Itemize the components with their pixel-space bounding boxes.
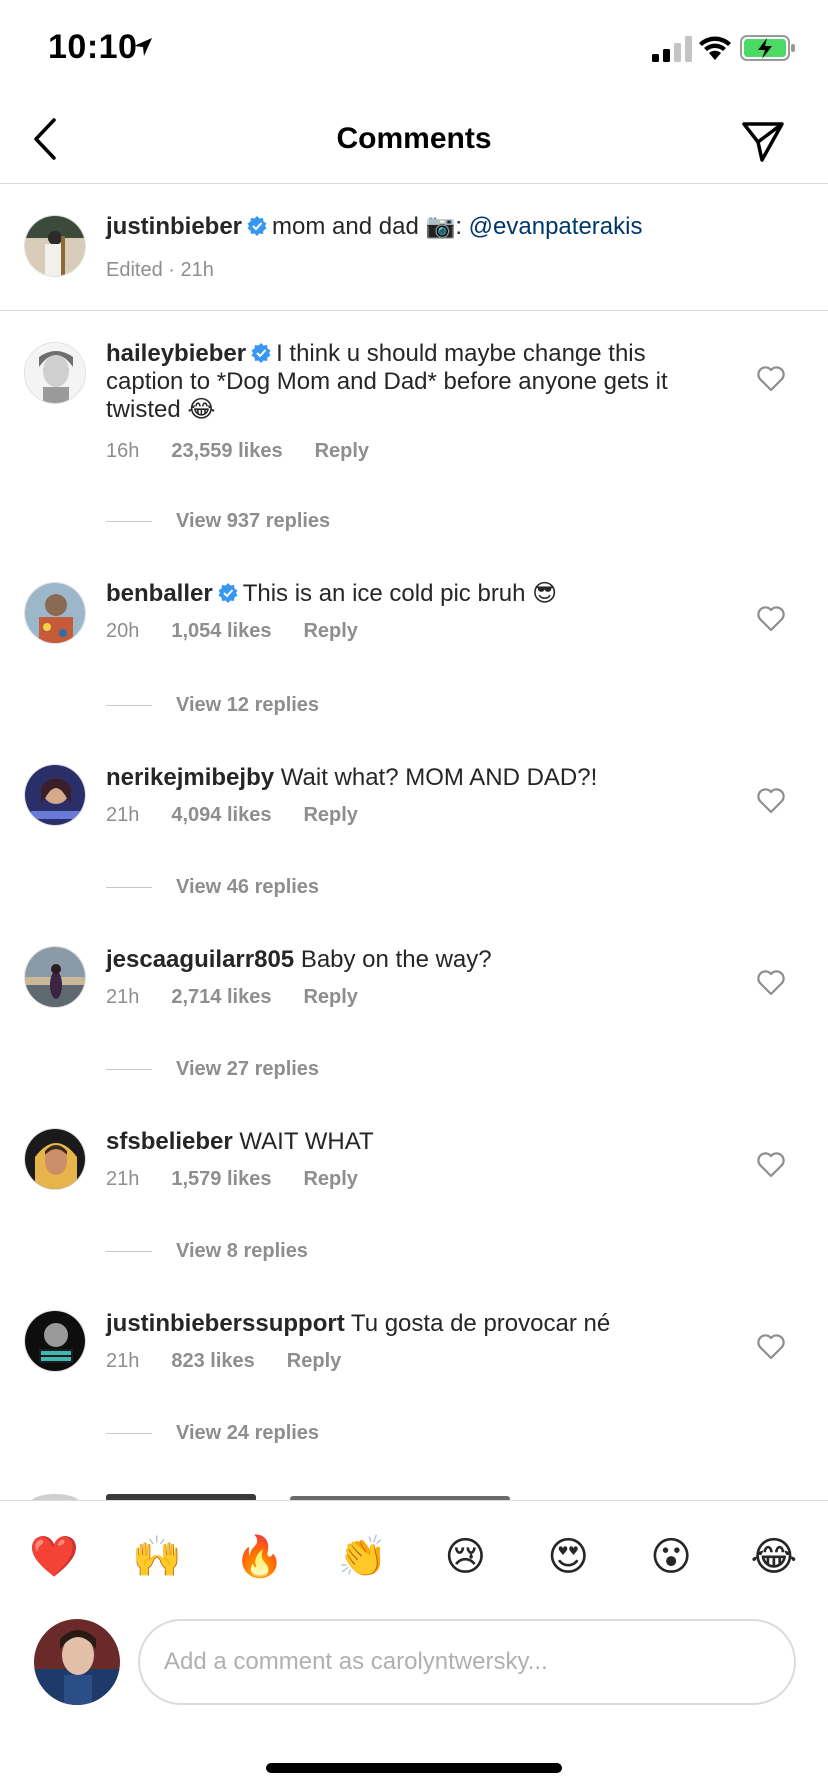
comment-likes[interactable]: 4,094 likes xyxy=(171,804,271,827)
reply-button[interactable]: Reply xyxy=(287,1350,341,1373)
comment-time: 21h xyxy=(106,986,140,1008)
view-replies-button[interactable]: View 24 replies xyxy=(106,1422,319,1445)
emoji-surprised[interactable]: 😮 xyxy=(645,1531,697,1587)
page-title: Comments xyxy=(336,122,492,155)
comment-item: sfsbelieber WAIT WHAT 21h 1,579 likes Re… xyxy=(0,1112,828,1272)
comment-username[interactable]: nerikejmibejby xyxy=(106,764,274,791)
view-replies-button[interactable]: View 937 replies xyxy=(106,510,330,533)
comment-username[interactable]: haileybieber xyxy=(106,340,246,367)
like-heart-icon[interactable] xyxy=(756,364,786,392)
comment-username[interactable]: jescaaguilarr805 xyxy=(106,946,294,973)
avatar[interactable] xyxy=(24,1310,86,1372)
location-arrow-icon xyxy=(134,38,152,56)
like-heart-icon[interactable] xyxy=(756,1332,786,1360)
battery-charging-icon xyxy=(740,35,795,61)
caption-text: mom and dad 📷: xyxy=(272,213,469,240)
emoji-quick-bar: ❤️ 🙌 🔥 👏 😢 😍 😮 😂 xyxy=(0,1531,828,1587)
reply-button[interactable]: Reply xyxy=(303,620,357,643)
emoji-raised-hands[interactable]: 🙌 xyxy=(131,1531,183,1587)
current-user-avatar xyxy=(34,1619,120,1705)
reply-button[interactable]: Reply xyxy=(315,440,369,463)
comment-item: jescaaguilarr805 Baby on the way? 21h 2,… xyxy=(0,930,828,1090)
comment-item: justinbieberssupport Tu gosta de provoca… xyxy=(0,1294,828,1454)
comment-time: 20h xyxy=(106,620,140,642)
reply-button[interactable]: Reply xyxy=(303,1168,357,1191)
view-replies-label: View 12 replies xyxy=(176,694,320,716)
comment-text: Tu gosta de provocar né xyxy=(350,1310,611,1337)
divider xyxy=(106,1069,152,1070)
view-replies-button[interactable]: View 27 replies xyxy=(106,1058,319,1081)
status-time: 10:10 xyxy=(48,28,138,66)
comment-username[interactable]: justinbieberssupport xyxy=(106,1310,345,1337)
comment-text: WAIT WHAT xyxy=(239,1128,374,1155)
avatar[interactable] xyxy=(24,342,86,404)
view-replies-label: View 24 replies xyxy=(176,1422,320,1444)
comment-username[interactable]: benballer xyxy=(106,580,213,607)
emoji-crying[interactable]: 😢 xyxy=(439,1531,491,1587)
nav-bar: Comments xyxy=(0,100,828,184)
home-indicator[interactable] xyxy=(266,1763,562,1773)
divider xyxy=(106,705,152,706)
caption-mention[interactable]: @evanpaterakis xyxy=(469,213,643,240)
wifi-icon xyxy=(699,36,731,60)
view-replies-label: View 27 replies xyxy=(176,1058,320,1080)
comment-text: This is an ice cold pic bruh 😎 xyxy=(242,580,558,607)
view-replies-button[interactable]: View 46 replies xyxy=(106,876,319,899)
view-replies-button[interactable]: View 8 replies xyxy=(106,1240,308,1263)
comment-time: 21h xyxy=(106,1350,140,1372)
direct-share-icon[interactable] xyxy=(738,116,788,166)
verified-badge-icon xyxy=(247,216,267,236)
comment-likes[interactable]: 2,714 likes xyxy=(171,986,271,1009)
comment-item: nerikejmibejby Wait what? MOM AND DAD?! … xyxy=(0,748,828,908)
avatar[interactable] xyxy=(24,946,86,1008)
comment-item: benballer This is an ice cold pic bruh 😎 … xyxy=(0,566,828,726)
comment-likes[interactable]: 1,054 likes xyxy=(171,620,271,643)
like-heart-icon[interactable] xyxy=(756,1150,786,1178)
comment-likes[interactable]: 1,579 likes xyxy=(171,1168,271,1191)
emoji-laughing[interactable]: 😂 xyxy=(748,1531,800,1587)
reply-button[interactable]: Reply xyxy=(303,804,357,827)
view-replies-label: View 8 replies xyxy=(176,1240,308,1262)
view-replies-label: View 46 replies xyxy=(176,876,320,898)
comment-time: 16h xyxy=(106,440,140,462)
divider xyxy=(106,887,152,888)
comment-username[interactable]: sfsbelieber xyxy=(106,1128,233,1155)
emoji-heart-eyes[interactable]: 😍 xyxy=(542,1531,594,1587)
like-heart-icon[interactable] xyxy=(756,968,786,996)
cellular-signal-icon xyxy=(652,36,692,62)
comment-text: Baby on the way? xyxy=(300,946,492,973)
caption-meta: Edited · 21h xyxy=(106,259,214,281)
view-replies-button[interactable]: View 12 replies xyxy=(106,694,319,717)
divider xyxy=(106,1433,152,1434)
reply-button[interactable]: Reply xyxy=(303,986,357,1009)
avatar[interactable] xyxy=(24,764,86,826)
like-heart-icon[interactable] xyxy=(756,604,786,632)
avatar[interactable] xyxy=(24,215,86,277)
like-heart-icon[interactable] xyxy=(756,786,786,814)
comment-composer: ❤️ 🙌 🔥 👏 😢 😍 😮 😂 xyxy=(0,1500,828,1792)
comment-time: 21h xyxy=(106,804,140,826)
post-caption: justinbieber mom and dad 📷: @evanpateraki… xyxy=(0,185,828,311)
avatar[interactable] xyxy=(24,1128,86,1190)
comment-likes[interactable]: 823 likes xyxy=(171,1350,254,1373)
status-bar: 10:10 xyxy=(0,0,828,100)
emoji-clap[interactable]: 👏 xyxy=(337,1531,389,1587)
comment-item: haileybieber I think u should maybe chang… xyxy=(0,312,828,532)
avatar[interactable] xyxy=(24,582,86,644)
emoji-fire[interactable]: 🔥 xyxy=(234,1531,286,1587)
comment-text: Wait what? MOM AND DAD?! xyxy=(280,764,598,791)
comment-likes[interactable]: 23,559 likes xyxy=(171,440,282,463)
view-replies-label: View 937 replies xyxy=(176,510,331,532)
comment-time: 21h xyxy=(106,1168,140,1190)
comment-input[interactable] xyxy=(138,1619,796,1705)
caption-username[interactable]: justinbieber xyxy=(106,213,242,240)
verified-badge-icon xyxy=(218,583,238,603)
verified-badge-icon xyxy=(251,343,271,363)
emoji-heart[interactable]: ❤️ xyxy=(28,1531,80,1587)
divider xyxy=(106,521,152,522)
divider xyxy=(106,1251,152,1252)
